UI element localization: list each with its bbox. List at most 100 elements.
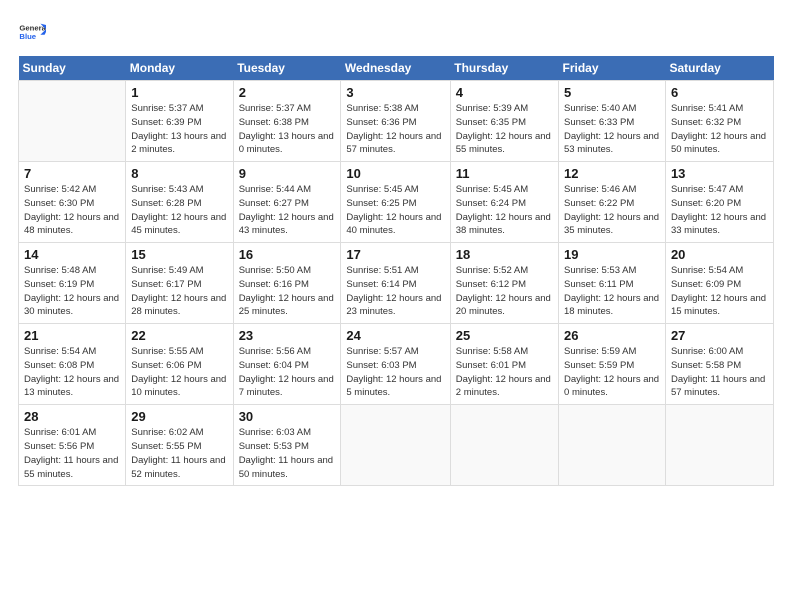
week-row-2: 7 Sunrise: 5:42 AMSunset: 6:30 PMDaylight…	[19, 162, 774, 243]
calendar-cell: 14 Sunrise: 5:48 AMSunset: 6:19 PMDayligh…	[19, 243, 126, 324]
day-number: 6	[671, 85, 768, 100]
day-info: Sunrise: 5:48 AMSunset: 6:19 PMDaylight:…	[24, 264, 120, 319]
logo: General Blue	[18, 18, 50, 46]
day-info: Sunrise: 5:44 AMSunset: 6:27 PMDaylight:…	[239, 183, 336, 238]
week-row-3: 14 Sunrise: 5:48 AMSunset: 6:19 PMDayligh…	[19, 243, 774, 324]
day-info: Sunrise: 5:47 AMSunset: 6:20 PMDaylight:…	[671, 183, 768, 238]
calendar-cell	[665, 405, 773, 486]
day-number: 8	[131, 166, 227, 181]
day-number: 9	[239, 166, 336, 181]
day-number: 2	[239, 85, 336, 100]
calendar-cell: 23 Sunrise: 5:56 AMSunset: 6:04 PMDayligh…	[233, 324, 341, 405]
calendar-cell	[19, 81, 126, 162]
calendar-cell: 22Sunrise: 5:55 AMSunset: 6:06 PMDayligh…	[126, 324, 233, 405]
weekday-sunday: Sunday	[19, 56, 126, 81]
day-info: Sunrise: 5:54 AMSunset: 6:08 PMDaylight:…	[24, 345, 120, 400]
calendar-cell: 21 Sunrise: 5:54 AMSunset: 6:08 PMDayligh…	[19, 324, 126, 405]
weekday-thursday: Thursday	[450, 56, 558, 81]
calendar-cell: 25 Sunrise: 5:58 AMSunset: 6:01 PMDayligh…	[450, 324, 558, 405]
week-row-5: 28 Sunrise: 6:01 AMSunset: 5:56 PMDayligh…	[19, 405, 774, 486]
day-info: Sunrise: 5:53 AMSunset: 6:11 PMDaylight:…	[564, 264, 660, 319]
svg-text:Blue: Blue	[19, 32, 36, 41]
day-number: 25	[456, 328, 553, 343]
logo-icon: General Blue	[18, 18, 46, 46]
day-info: Sunrise: 5:43 AMSunset: 6:28 PMDaylight:…	[131, 183, 227, 238]
day-info: Sunrise: 5:46 AMSunset: 6:22 PMDaylight:…	[564, 183, 660, 238]
day-number: 17	[346, 247, 444, 262]
day-info: Sunrise: 5:38 AMSunset: 6:36 PMDaylight:…	[346, 102, 444, 157]
day-number: 20	[671, 247, 768, 262]
day-info: Sunrise: 5:50 AMSunset: 6:16 PMDaylight:…	[239, 264, 336, 319]
day-info: Sunrise: 5:39 AMSunset: 6:35 PMDaylight:…	[456, 102, 553, 157]
week-row-4: 21 Sunrise: 5:54 AMSunset: 6:08 PMDayligh…	[19, 324, 774, 405]
calendar-cell: 7 Sunrise: 5:42 AMSunset: 6:30 PMDaylight…	[19, 162, 126, 243]
day-number: 13	[671, 166, 768, 181]
weekday-saturday: Saturday	[665, 56, 773, 81]
day-info: Sunrise: 5:55 AMSunset: 6:06 PMDaylight:…	[131, 345, 227, 400]
calendar-cell: 24 Sunrise: 5:57 AMSunset: 6:03 PMDayligh…	[341, 324, 450, 405]
weekday-tuesday: Tuesday	[233, 56, 341, 81]
calendar-cell: 12 Sunrise: 5:46 AMSunset: 6:22 PMDayligh…	[559, 162, 666, 243]
calendar-cell: 9 Sunrise: 5:44 AMSunset: 6:27 PMDaylight…	[233, 162, 341, 243]
day-number: 3	[346, 85, 444, 100]
calendar-cell	[559, 405, 666, 486]
day-info: Sunrise: 5:49 AMSunset: 6:17 PMDaylight:…	[131, 264, 227, 319]
day-info: Sunrise: 6:02 AMSunset: 5:55 PMDaylight:…	[131, 426, 227, 481]
day-number: 11	[456, 166, 553, 181]
calendar-cell: 29 Sunrise: 6:02 AMSunset: 5:55 PMDayligh…	[126, 405, 233, 486]
calendar-cell	[341, 405, 450, 486]
weekday-header-row: SundayMondayTuesdayWednesdayThursdayFrid…	[19, 56, 774, 81]
weekday-wednesday: Wednesday	[341, 56, 450, 81]
day-number: 5	[564, 85, 660, 100]
page: General Blue SundayMondayTuesdayWednesda…	[0, 0, 792, 612]
day-number: 16	[239, 247, 336, 262]
day-number: 28	[24, 409, 120, 424]
day-number: 18	[456, 247, 553, 262]
day-info: Sunrise: 5:58 AMSunset: 6:01 PMDaylight:…	[456, 345, 553, 400]
day-number: 1	[131, 85, 227, 100]
calendar-cell: 19 Sunrise: 5:53 AMSunset: 6:11 PMDayligh…	[559, 243, 666, 324]
calendar-cell: 2 Sunrise: 5:37 AMSunset: 6:38 PMDaylight…	[233, 81, 341, 162]
calendar-cell: 8 Sunrise: 5:43 AMSunset: 6:28 PMDaylight…	[126, 162, 233, 243]
calendar: SundayMondayTuesdayWednesdayThursdayFrid…	[18, 56, 774, 486]
day-info: Sunrise: 5:59 AMSunset: 5:59 PMDaylight:…	[564, 345, 660, 400]
day-number: 14	[24, 247, 120, 262]
calendar-cell: 10 Sunrise: 5:45 AMSunset: 6:25 PMDayligh…	[341, 162, 450, 243]
day-number: 26	[564, 328, 660, 343]
day-info: Sunrise: 5:42 AMSunset: 6:30 PMDaylight:…	[24, 183, 120, 238]
day-info: Sunrise: 5:56 AMSunset: 6:04 PMDaylight:…	[239, 345, 336, 400]
day-number: 27	[671, 328, 768, 343]
calendar-cell: 26 Sunrise: 5:59 AMSunset: 5:59 PMDayligh…	[559, 324, 666, 405]
week-row-1: 1 Sunrise: 5:37 AMSunset: 6:39 PMDaylight…	[19, 81, 774, 162]
calendar-cell	[450, 405, 558, 486]
day-info: Sunrise: 5:41 AMSunset: 6:32 PMDaylight:…	[671, 102, 768, 157]
calendar-cell: 5Sunrise: 5:40 AMSunset: 6:33 PMDaylight…	[559, 81, 666, 162]
calendar-cell: 27Sunrise: 6:00 AMSunset: 5:58 PMDayligh…	[665, 324, 773, 405]
calendar-cell: 11 Sunrise: 5:45 AMSunset: 6:24 PMDayligh…	[450, 162, 558, 243]
day-number: 29	[131, 409, 227, 424]
day-info: Sunrise: 5:45 AMSunset: 6:24 PMDaylight:…	[456, 183, 553, 238]
calendar-cell: 4Sunrise: 5:39 AMSunset: 6:35 PMDaylight…	[450, 81, 558, 162]
calendar-cell: 18Sunrise: 5:52 AMSunset: 6:12 PMDayligh…	[450, 243, 558, 324]
day-info: Sunrise: 5:57 AMSunset: 6:03 PMDaylight:…	[346, 345, 444, 400]
calendar-cell: 30Sunrise: 6:03 AMSunset: 5:53 PMDayligh…	[233, 405, 341, 486]
calendar-cell: 13 Sunrise: 5:47 AMSunset: 6:20 PMDayligh…	[665, 162, 773, 243]
weekday-monday: Monday	[126, 56, 233, 81]
day-number: 23	[239, 328, 336, 343]
calendar-cell: 28 Sunrise: 6:01 AMSunset: 5:56 PMDayligh…	[19, 405, 126, 486]
day-info: Sunrise: 5:37 AMSunset: 6:39 PMDaylight:…	[131, 102, 227, 157]
day-number: 7	[24, 166, 120, 181]
day-number: 21	[24, 328, 120, 343]
day-number: 10	[346, 166, 444, 181]
day-info: Sunrise: 5:45 AMSunset: 6:25 PMDaylight:…	[346, 183, 444, 238]
day-info: Sunrise: 6:01 AMSunset: 5:56 PMDaylight:…	[24, 426, 120, 481]
day-info: Sunrise: 5:37 AMSunset: 6:38 PMDaylight:…	[239, 102, 336, 157]
calendar-cell: 3 Sunrise: 5:38 AMSunset: 6:36 PMDaylight…	[341, 81, 450, 162]
calendar-cell: 20Sunrise: 5:54 AMSunset: 6:09 PMDayligh…	[665, 243, 773, 324]
day-info: Sunrise: 5:51 AMSunset: 6:14 PMDaylight:…	[346, 264, 444, 319]
day-number: 19	[564, 247, 660, 262]
day-info: Sunrise: 6:03 AMSunset: 5:53 PMDaylight:…	[239, 426, 336, 481]
day-number: 12	[564, 166, 660, 181]
calendar-cell: 6 Sunrise: 5:41 AMSunset: 6:32 PMDaylight…	[665, 81, 773, 162]
day-number: 24	[346, 328, 444, 343]
